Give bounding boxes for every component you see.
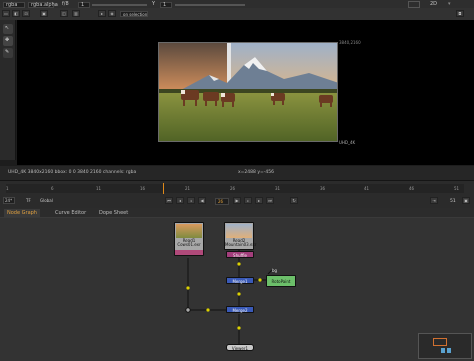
play-back-button[interactable]: ◀ [198, 197, 206, 204]
region-icon[interactable]: ⊡ [22, 10, 30, 17]
fps-value: 24* [5, 198, 13, 203]
global-label: Global [40, 198, 53, 203]
nuke-window: rgba rgba.alpha f/8 1 Y 1 2D ▾ ▭ ◧ ⊡ ▣ ◫… [0, 0, 474, 361]
tab-curve-editor[interactable]: Curve Editor [52, 209, 89, 218]
current-frame-field[interactable]: 26 [215, 198, 229, 205]
timeline-settings-icon[interactable]: ▣ [462, 197, 470, 204]
proxy-icon[interactable]: ◧ [12, 10, 20, 17]
next-key-button[interactable]: ▸ [255, 197, 263, 204]
timeline-tick-label: 11 [96, 186, 102, 191]
timeline-tick-label: 6 [51, 186, 54, 191]
format-top-label: 3840,2160 [339, 40, 361, 45]
rotopaint-title: RotoPaint [271, 279, 291, 284]
tool-sidebar: ↖ ✥ ✎ [0, 20, 16, 160]
read1-thumbnail [176, 224, 202, 238]
format-bottom-label: UHD_4K [339, 140, 356, 145]
viewer-status-bar: UHD_4K 3840x2160 bbox: 0 0 3840 2160 cha… [0, 166, 474, 180]
play-forward-button[interactable]: ▶ [233, 197, 241, 204]
prev-frame-button[interactable]: ◃ [187, 197, 195, 204]
composite-preview [159, 43, 337, 141]
timeline-panel: 1 6 11 16 21 26 31 36 41 46 51 24* TF Global ⏮ ◂ ◃… [0, 180, 474, 208]
viewer-node[interactable]: Viewer1 [226, 344, 254, 351]
read1-node[interactable]: Read1 Cows01.exr [174, 222, 204, 256]
ab-icon[interactable]: ◈ [108, 10, 116, 17]
first-frame-button[interactable]: ⏮ [165, 197, 173, 204]
shuffle-node[interactable]: Shuffle [226, 251, 254, 258]
read2-thumbnail [226, 224, 252, 238]
loop-icon[interactable]: ↻ [290, 197, 298, 204]
mask-input-label: bg [272, 268, 278, 273]
ellipsis-icon[interactable]: ▾ [448, 1, 451, 8]
histogram-icon[interactable]: ▥ [72, 10, 80, 17]
read2-file: Mountain03.exr [225, 242, 257, 247]
timeline-tick-label: 21 [185, 186, 191, 191]
merge2-title: Merge2 [232, 308, 248, 313]
tab-node-graph[interactable]: Node Graph [4, 209, 40, 218]
gamma-slider[interactable] [175, 4, 245, 6]
shuffle-title: Shuffle [233, 253, 247, 258]
selection-value: on selection [123, 12, 148, 17]
last-frame-button[interactable]: ⏭ [266, 197, 274, 204]
timeline-tick-label: 16 [140, 186, 146, 191]
minimap-node [447, 348, 451, 353]
gain-label: f/8 [62, 1, 69, 7]
clip-icon[interactable]: ◫ [60, 10, 68, 17]
gain-slider[interactable] [92, 4, 147, 6]
current-frame-value: 26 [218, 199, 224, 204]
timeline-tick-label: 46 [409, 186, 415, 191]
merge2-node[interactable]: Merge2 [226, 306, 254, 313]
image-info: UHD_4K 3840x2160 bbox: 0 0 3840 2160 cha… [8, 170, 137, 175]
timeline-ticks: 1 6 11 16 21 26 31 36 41 46 51 [6, 185, 464, 193]
read1-file: Cows01.exr [177, 242, 201, 247]
timeline-tick-label: 51 [454, 186, 460, 191]
fps-field[interactable]: 24* [3, 197, 15, 204]
next-frame-button[interactable]: ▹ [244, 197, 252, 204]
timeline-tick-label: 31 [275, 186, 281, 191]
frame-mode-label: 2D [430, 1, 438, 7]
composited-image[interactable] [158, 42, 338, 142]
timeline-tick-label: 41 [364, 186, 370, 191]
merge1-title: Merge1 [232, 279, 248, 284]
viewer-node-title: Viewer1 [231, 346, 249, 351]
viewer-settings-icon[interactable] [408, 1, 420, 8]
panel-tabs: Node Graph Curve Editor Dope Sheet [0, 208, 474, 218]
rotopaint-node[interactable]: RotoPaint [266, 275, 296, 287]
selection-dropdown[interactable]: on selection [120, 11, 148, 17]
tab-dope-sheet[interactable]: Dope Sheet [96, 209, 131, 218]
node-graph[interactable]: Read1 Cows01.exr Read2 Mountain03.exr Sh… [0, 218, 474, 361]
playhead[interactable] [163, 183, 164, 194]
tf-label: TF [26, 198, 31, 203]
navigator-minimap[interactable] [418, 333, 472, 359]
cursor-coords: x=2488 y=-456 [238, 170, 274, 175]
gamma-label: Y [152, 1, 156, 7]
transform-tool-icon[interactable]: ✥ [3, 36, 13, 46]
timeline-tick-label: 1 [6, 186, 9, 191]
read1-footer [175, 250, 203, 255]
viewer-toolbar-row2: ▭ ◧ ⊡ ▣ ◫ ▥ ▸ ◈ on selection ◘ [0, 8, 474, 20]
roi-icon[interactable]: ▣ [40, 10, 48, 17]
lock-icon[interactable]: ◘ [456, 10, 464, 17]
minimap-node [441, 348, 445, 353]
zoom-icon[interactable]: ▭ [2, 10, 10, 17]
timeline-tick-label: 26 [230, 186, 236, 191]
range-icon[interactable]: ⇥ [430, 197, 438, 204]
read2-node[interactable]: Read2 Mountain03.exr [224, 222, 257, 250]
select-tool-icon[interactable]: ↖ [3, 24, 13, 34]
prev-key-button[interactable]: ◂ [176, 197, 184, 204]
play-icon[interactable]: ▸ [98, 10, 106, 17]
timeline-tick-label: 36 [320, 186, 326, 191]
end-frame-value: 51 [450, 199, 456, 204]
paint-tool-icon[interactable]: ✎ [3, 48, 13, 58]
minimap-viewport[interactable] [433, 338, 447, 346]
merge1-node[interactable]: Merge1 [226, 277, 254, 284]
